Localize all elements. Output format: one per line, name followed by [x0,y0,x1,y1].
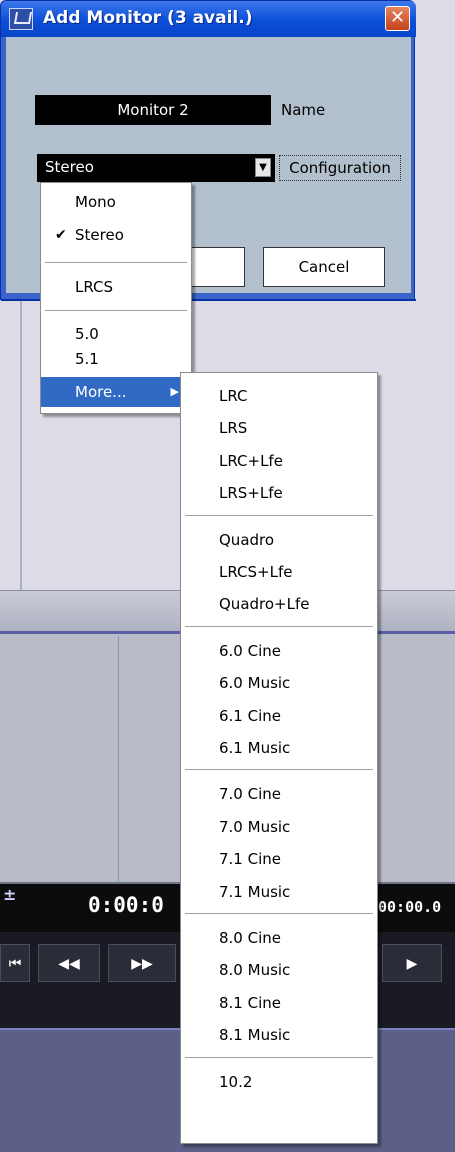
submenu-item-label: 8.0 Music [219,961,291,980]
submenu-item[interactable]: 7.0 Music [181,812,377,842]
go-to-start-button[interactable]: ⏮ [0,944,30,982]
submenu-item[interactable]: 10.2 [181,1067,377,1097]
submenu-item[interactable]: 6.1 Music [181,733,377,763]
menu-separator [185,913,373,915]
submenu-item-label: Quadro [219,530,275,549]
submenu-item-label: 6.1 Cine [219,706,281,725]
checkmark-icon: ✔ [55,227,67,243]
submenu-arrow-icon: ▶ [170,385,179,398]
submenu-item-label: Quadro+Lfe [219,595,310,614]
menu-item-mono[interactable]: Mono [41,187,191,217]
menu-separator [185,1056,373,1059]
cancel-button[interactable]: Cancel [263,247,385,287]
close-icon[interactable]: ✕ [385,6,410,31]
submenu-item-label: 6.1 Music [219,739,291,757]
dialog-title: Add Monitor (3 avail.) [43,8,253,28]
submenu-item[interactable]: LRCS+Lfe [181,557,377,587]
submenu-item-label: 8.1 Music [219,1026,291,1045]
submenu-item-label: 10.2 [219,1072,253,1091]
menu-item-more[interactable]: More... ▶ [41,377,191,407]
submenu-item[interactable]: 8.0 Cine [181,923,377,953]
rewind-button[interactable]: ◀◀ [38,944,100,982]
submenu-item[interactable]: 8.1 Music [181,1020,377,1050]
submenu-item-label: LRC [219,387,248,405]
more-configurations-submenu: LRC LRS LRC+Lfe LRS+Lfe Quadro LRCS+Lfe Quadro… [180,372,378,1144]
play-button[interactable]: ▶ [382,944,442,982]
menu-separator [185,514,373,517]
transport-time-primary: 0:00:0 [88,893,164,917]
menu-item-label: LRCS [75,278,114,296]
submenu-item-label: 7.0 Music [219,817,291,836]
configuration-selected-value: Stereo [45,158,94,176]
transport-time-secondary: 00:00.0 [378,898,442,916]
fast-forward-button[interactable]: ▶▶ [108,944,176,982]
menu-separator [45,262,187,264]
submenu-item[interactable]: 6.0 Cine [181,636,377,666]
submenu-item[interactable]: LRC [181,381,377,411]
track-panel-divider [118,636,119,884]
submenu-item-label: LRS [219,419,248,438]
menu-item-label: Mono [75,193,116,211]
configuration-menu: Mono ✔ Stereo LRCS 5.0 5.1 More... ▶ [40,182,192,414]
menu-separator [185,625,373,628]
submenu-item[interactable]: 7.1 Cine [181,844,377,874]
menu-item-5-1[interactable]: 5.1 [41,344,191,374]
menu-item-label: Stereo [75,226,124,244]
name-label: Name [281,101,326,119]
menu-item-lrcs[interactable]: LRCS [41,272,191,302]
chevron-down-icon[interactable]: ▼ [255,158,271,177]
submenu-item-label: 7.1 Music [219,882,291,901]
submenu-item-label: 8.1 Cine [219,993,281,1012]
menu-separator [185,769,373,772]
submenu-item[interactable]: LRC+Lfe [181,446,377,476]
app-icon-glyph [13,12,33,24]
menu-item-stereo[interactable]: ✔ Stereo [41,220,191,250]
submenu-item[interactable]: 7.0 Cine [181,779,377,809]
submenu-item[interactable]: 8.1 Cine [181,988,377,1018]
app-icon [9,8,33,30]
submenu-item-label: LRS+Lfe [219,484,283,503]
submenu-item-label: 6.0 Music [219,674,291,693]
transport-marker-icon: ± [3,885,17,904]
submenu-item[interactable]: 7.1 Music [181,877,377,907]
configuration-label: Configuration [279,155,401,181]
submenu-item[interactable]: Quadro+Lfe [181,589,377,619]
submenu-item-label: 8.0 Cine [219,929,281,947]
menu-separator [45,310,187,312]
menu-item-label: More... [75,383,127,401]
submenu-item[interactable]: LRS [181,413,377,443]
submenu-item-label: 6.0 Cine [219,641,281,660]
submenu-item-label: LRCS+Lfe [219,563,293,581]
configuration-dropdown[interactable]: Stereo ▼ [37,154,275,182]
submenu-item[interactable]: LRS+Lfe [181,478,377,508]
submenu-item-label: 7.0 Cine [219,785,281,804]
submenu-item-label: 7.1 Cine [219,850,281,869]
submenu-item[interactable]: 8.0 Music [181,955,377,985]
submenu-item[interactable]: 6.0 Music [181,668,377,698]
dialog-title-bar[interactable]: Add Monitor (3 avail.) ✕ [1,1,416,37]
submenu-item[interactable]: 6.1 Cine [181,701,377,731]
monitor-name-field[interactable]: Monitor 2 [35,95,271,125]
menu-item-label: 5.1 [75,350,99,368]
submenu-item[interactable]: Quadro [181,525,377,555]
submenu-item-label: LRC+Lfe [219,451,283,470]
